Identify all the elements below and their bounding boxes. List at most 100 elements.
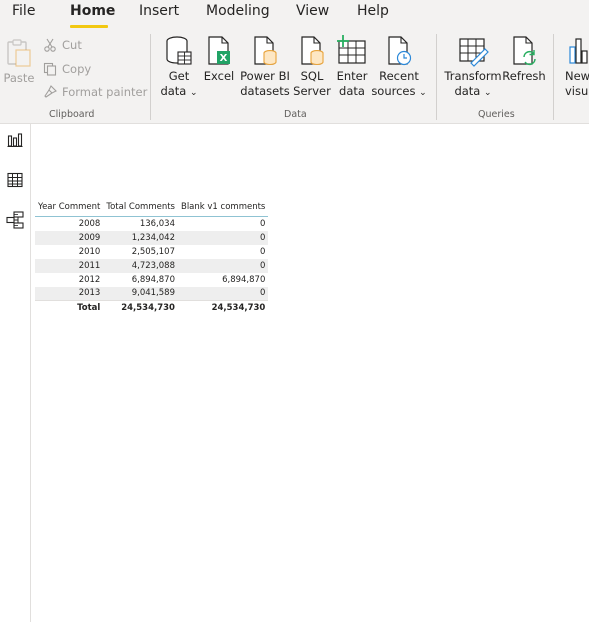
get-data-button[interactable]: Get data ⌄ [160, 34, 198, 101]
table-row: 2013 9,041,589 0 [35, 286, 269, 301]
group-divider [436, 34, 437, 120]
table-cell: 2,505,107 [103, 244, 178, 259]
ribbon: Paste Cut Copy Format painter Clipboard … [0, 30, 589, 124]
cut-button[interactable]: Cut [42, 35, 82, 55]
dataset-icon [249, 34, 281, 68]
new-visual-button[interactable]: New visual [565, 34, 589, 99]
queries-group-label: Queries [478, 109, 515, 120]
column-header-year-comment[interactable]: Year Comment [35, 199, 104, 217]
sql-server-label-line2: Server [293, 84, 331, 98]
chevron-down-icon: ⌄ [484, 88, 492, 98]
copy-label: Copy [62, 62, 92, 76]
chevron-down-icon: ⌄ [190, 88, 198, 98]
powerbi-datasets-label-line1: Power BI [240, 69, 290, 83]
table-header-row: Year Comment Total Comments Blank v1 com… [35, 199, 269, 217]
transform-data-label-line1: Transform [444, 69, 502, 83]
table-cell: 0 [177, 258, 269, 273]
table-cell: 2008 [35, 216, 104, 231]
view-switcher-rail [0, 124, 31, 622]
database-icon [163, 34, 195, 68]
clipboard-group-label: Clipboard [49, 109, 95, 120]
enter-data-label-line2: data [339, 84, 365, 98]
total-cell: 24,534,730 [177, 300, 269, 315]
excel-icon: X [203, 34, 235, 68]
refresh-label: Refresh [502, 69, 546, 83]
table-cell: 2009 [35, 230, 104, 245]
paintbrush-icon [42, 84, 58, 100]
table-cell: 136,034 [103, 216, 178, 231]
table-cell: 0 [177, 244, 269, 259]
cut-label: Cut [62, 38, 82, 52]
tab-help[interactable]: Help [357, 3, 389, 19]
enter-data-table-icon [336, 34, 368, 68]
data-view-icon [7, 172, 23, 192]
report-view-button[interactable] [5, 132, 25, 152]
table-visual[interactable]: Year Comment Total Comments Blank v1 com… [35, 199, 269, 315]
total-label: Total [35, 300, 104, 315]
table-cell: 2012 [35, 272, 104, 287]
column-header-blank-v1-comments[interactable]: Blank v1 comments [177, 199, 269, 217]
table-cell: 1,234,042 [103, 230, 178, 245]
enter-data-button[interactable]: Enter data [335, 34, 369, 99]
recent-sources-clock-icon [383, 34, 415, 68]
powerbi-datasets-button[interactable]: Power BI datasets [240, 34, 290, 99]
model-view-icon [6, 211, 24, 233]
copy-button[interactable]: Copy [42, 59, 91, 79]
table-row: 2011 4,723,088 0 [35, 258, 269, 273]
table-cell: 0 [177, 216, 269, 231]
copy-icon [42, 61, 58, 77]
column-header-total-comments[interactable]: Total Comments [103, 199, 178, 217]
get-data-label-line2: data ⌄ [160, 84, 198, 98]
table-cell: 0 [177, 230, 269, 245]
new-visual-label-line2: visual [565, 84, 589, 98]
total-cell: 24,534,730 [103, 300, 178, 315]
active-tab-indicator [70, 25, 108, 28]
refresh-button[interactable]: Refresh [502, 34, 546, 84]
paste-icon [3, 36, 35, 70]
transform-data-label-line2: data ⌄ [454, 84, 492, 98]
menu-bar: File Home Insert Modeling View Help [0, 0, 589, 30]
transform-data-icon [457, 34, 489, 68]
table-cell: 6,894,870 [103, 272, 178, 287]
tab-insert[interactable]: Insert [139, 3, 179, 19]
table-row: 2010 2,505,107 0 [35, 244, 269, 259]
table-cell: 2013 [35, 286, 104, 301]
group-divider [150, 34, 151, 120]
excel-button[interactable]: X Excel [204, 34, 234, 84]
model-view-button[interactable] [5, 211, 25, 233]
enter-data-label-line1: Enter [336, 69, 368, 83]
table-cell: 2010 [35, 244, 104, 259]
recent-sources-label-line2: sources ⌄ [371, 84, 427, 98]
new-visual-icon [565, 34, 589, 68]
table-row: 2012 6,894,870 6,894,870 [35, 272, 269, 287]
sql-server-icon [296, 34, 328, 68]
sql-server-button[interactable]: SQL Server [293, 34, 331, 99]
table-cell: 2011 [35, 258, 104, 273]
report-view-icon [7, 132, 23, 152]
refresh-icon [508, 34, 540, 68]
get-data-label-line1: Get [168, 69, 190, 83]
format-painter-label: Format painter [62, 85, 148, 99]
table-row: 2009 1,234,042 0 [35, 230, 269, 245]
table-cell: 6,894,870 [177, 272, 269, 287]
tab-home[interactable]: Home [70, 3, 115, 19]
paste-button[interactable]: Paste [3, 36, 35, 86]
table-total-row: Total 24,534,730 24,534,730 [35, 300, 269, 315]
table-cell: 4,723,088 [103, 258, 178, 273]
group-divider [553, 34, 554, 120]
format-painter-button[interactable]: Format painter [42, 82, 147, 102]
table-row: 2008 136,034 0 [35, 216, 269, 231]
table-cell: 9,041,589 [103, 286, 178, 301]
tab-modeling[interactable]: Modeling [206, 3, 270, 19]
powerbi-datasets-label-line2: datasets [240, 84, 290, 98]
table-cell: 0 [177, 286, 269, 301]
scissors-icon [42, 37, 58, 53]
excel-label: Excel [203, 69, 235, 83]
transform-data-button[interactable]: Transform data ⌄ [444, 34, 502, 101]
paste-label: Paste [3, 71, 35, 85]
recent-sources-button[interactable]: Recent sources ⌄ [371, 34, 427, 101]
tab-view[interactable]: View [296, 3, 329, 19]
tab-file[interactable]: File [12, 3, 35, 19]
svg-text:X: X [220, 53, 228, 64]
data-view-button[interactable] [5, 172, 25, 192]
